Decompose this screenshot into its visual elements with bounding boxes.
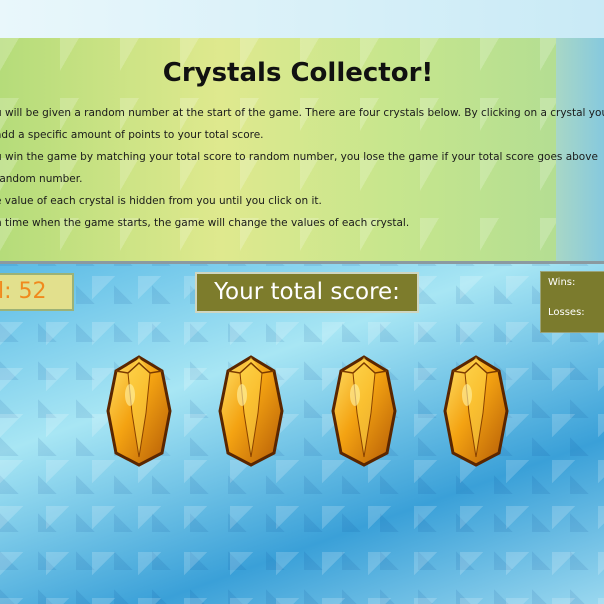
- losses-label: Losses:: [548, 307, 585, 318]
- rule-line: u win the game by matching your total sc…: [0, 151, 598, 163]
- wins-label: Wins:: [548, 277, 576, 288]
- crystal-icon: [445, 357, 507, 465]
- crystal-icon: [220, 357, 282, 465]
- crystal-icon: [333, 357, 395, 465]
- rules-list: u will be given a random number at the s…: [0, 102, 604, 234]
- stats-box: Wins: Losses:: [540, 271, 604, 333]
- crystal-button-2[interactable]: [218, 355, 284, 467]
- rule-line: add a specific amount of points to your …: [0, 129, 264, 141]
- page-title: Crystals Collector!: [162, 58, 434, 88]
- crystal-button-4[interactable]: [443, 355, 509, 467]
- crystal-button-3[interactable]: [331, 355, 397, 467]
- crystal-button-1[interactable]: [106, 355, 172, 467]
- section-divider: [0, 261, 604, 264]
- target-number-box: l: 52: [0, 273, 74, 311]
- crystal-icon: [108, 357, 170, 465]
- top-bar: [0, 0, 604, 38]
- rule-line: h time when the game starts, the game wi…: [0, 217, 410, 229]
- rule-line: u will be given a random number at the s…: [0, 107, 604, 119]
- rule-line: random number.: [0, 173, 83, 185]
- rule-line: e value of each crystal is hidden from y…: [0, 195, 322, 207]
- total-score-box: Your total score:: [195, 272, 419, 313]
